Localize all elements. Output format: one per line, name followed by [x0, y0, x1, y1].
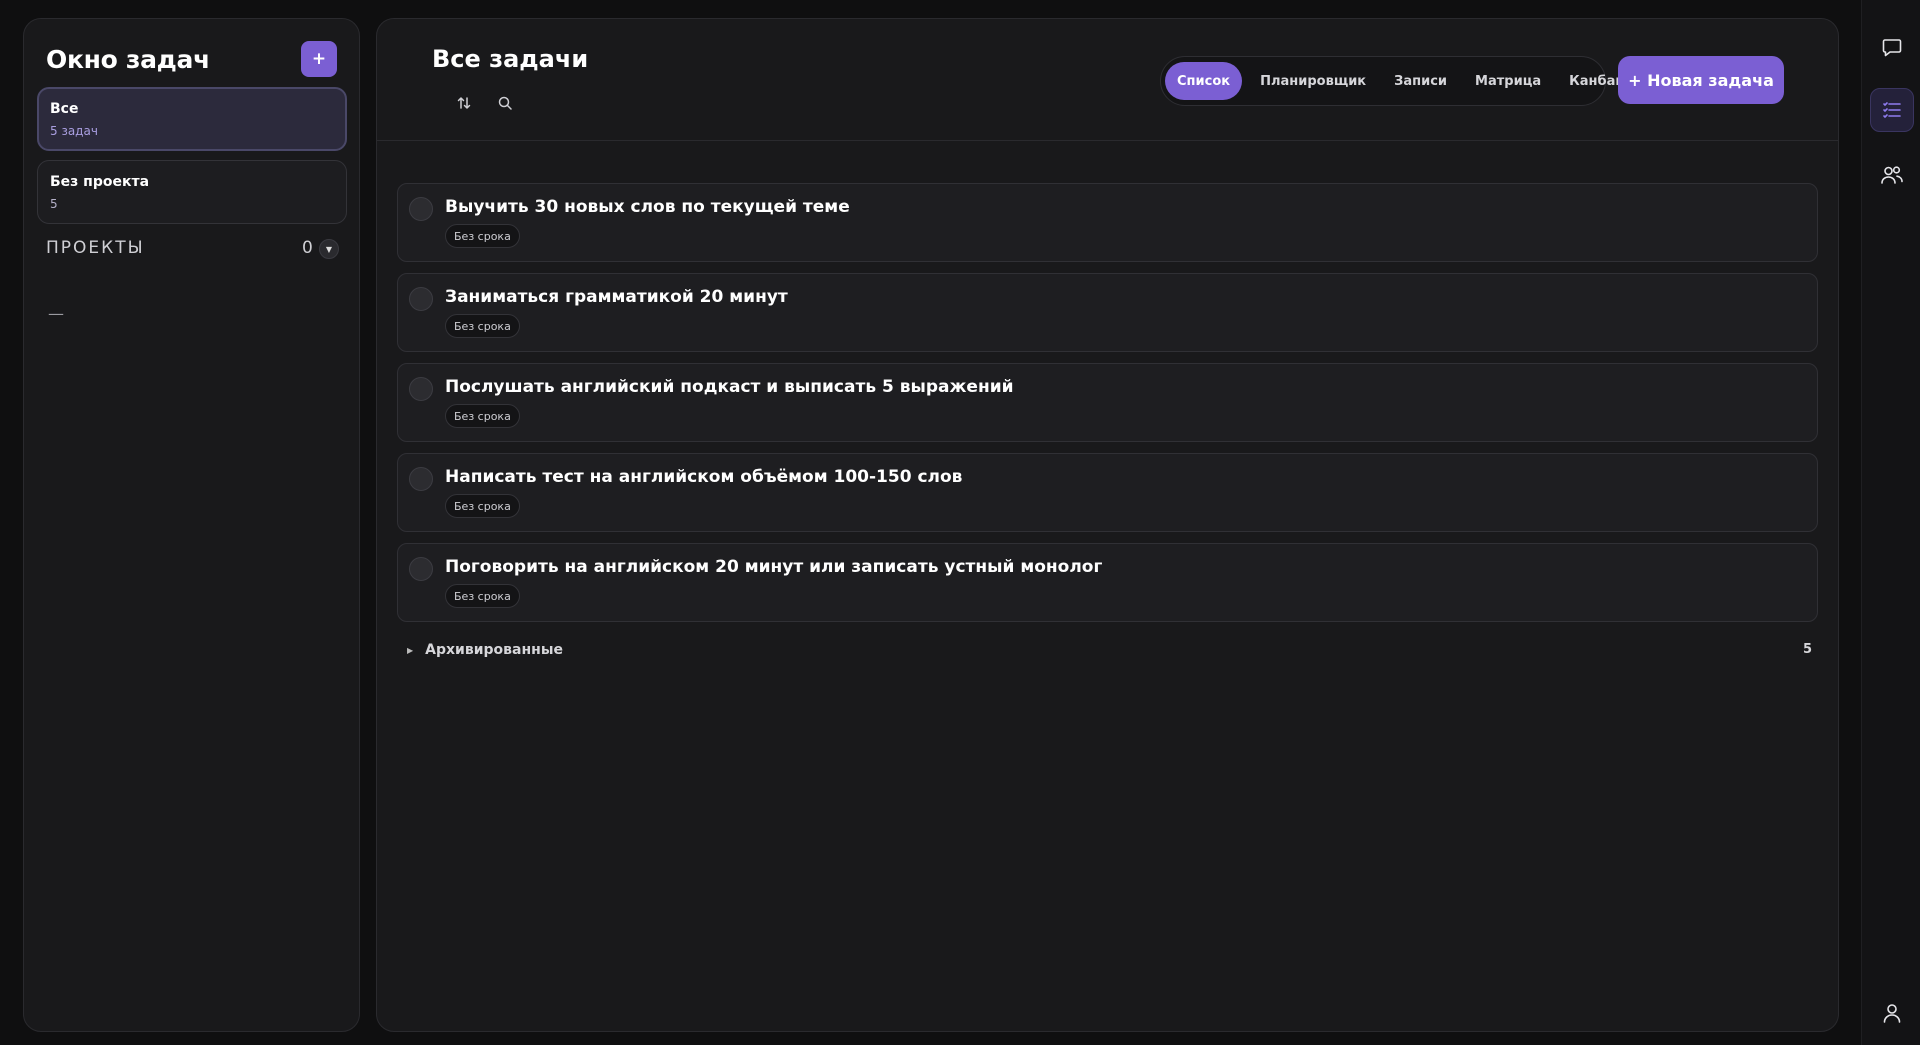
profile-button[interactable]	[1870, 991, 1914, 1035]
add-project-button[interactable]: +	[301, 41, 337, 77]
caret-right-icon: ▶	[407, 645, 414, 655]
task-checkbox[interactable]	[409, 467, 433, 491]
app-root: Окно задач + Все 5 задач Без проекта 5 П…	[0, 0, 1920, 1045]
sort-icon[interactable]	[450, 89, 478, 117]
task-card[interactable]: Написать тест на английском объёмом 100-…	[397, 453, 1818, 532]
filter-no-project[interactable]: Без проекта 5	[37, 160, 347, 224]
people-button[interactable]	[1870, 153, 1914, 197]
task-title: Написать тест на английском объёмом 100-…	[445, 467, 963, 487]
archived-section-toggle[interactable]: ▶ Архивированные 5	[407, 639, 1812, 661]
projects-empty-placeholder: —	[48, 304, 64, 323]
chat-icon	[1882, 39, 1902, 57]
tab-notes[interactable]: Записи	[1382, 62, 1459, 100]
tab-planner[interactable]: Планировщик	[1248, 62, 1378, 100]
archived-count: 5	[1802, 642, 1812, 657]
people-icon	[1881, 166, 1903, 184]
task-due-badge: Без срока	[445, 404, 520, 428]
chat-button[interactable]	[1870, 25, 1914, 69]
filter-all[interactable]: Все 5 задач	[37, 87, 347, 151]
projects-heading: ПРОЕКТЫ	[46, 238, 145, 258]
sidebar: Окно задач + Все 5 задач Без проекта 5 П…	[23, 18, 360, 1032]
task-title: Выучить 30 новых слов по текущей теме	[445, 197, 850, 217]
task-title: Заниматься грамматикой 20 минут	[445, 287, 788, 307]
filter-all-label: Все	[50, 101, 79, 117]
main-header: Все задачи Список Планировщик Записи Мат…	[377, 19, 1838, 141]
page-title: Все задачи	[432, 45, 589, 73]
task-checkbox[interactable]	[409, 557, 433, 581]
tasks-button[interactable]	[1870, 88, 1914, 132]
main-panel: Все задачи Список Планировщик Записи Мат…	[376, 18, 1839, 1032]
task-due-badge: Без срока	[445, 224, 520, 248]
tab-matrix[interactable]: Матрица	[1463, 62, 1553, 100]
task-title: Поговорить на английском 20 минут или за…	[445, 557, 1103, 577]
search-icon[interactable]	[491, 89, 519, 117]
filter-no-project-count: 5	[50, 197, 58, 211]
task-due-badge: Без срока	[445, 494, 520, 518]
task-checkbox[interactable]	[409, 377, 433, 401]
task-checkbox[interactable]	[409, 287, 433, 311]
task-card[interactable]: Послушать английский подкаст и выписать …	[397, 363, 1818, 442]
new-task-button[interactable]: + Новая задача	[1618, 56, 1784, 104]
task-list: Выучить 30 новых слов по текущей теме Бе…	[397, 183, 1818, 633]
filter-no-project-label: Без проекта	[50, 174, 150, 190]
sidebar-title: Окно задач	[46, 45, 210, 74]
user-icon	[1883, 1004, 1901, 1023]
task-card[interactable]: Выучить 30 новых слов по текущей теме Бе…	[397, 183, 1818, 262]
tab-list[interactable]: Список	[1165, 62, 1243, 100]
filter-all-count: 5 задач	[50, 124, 98, 138]
view-switcher: Список Планировщик Записи Матрица Канбан	[1160, 56, 1624, 106]
projects-collapse-toggle[interactable]: ▼	[319, 239, 339, 259]
task-title: Послушать английский подкаст и выписать …	[445, 377, 1014, 397]
task-due-badge: Без срока	[445, 584, 520, 608]
archived-label: Архивированные	[425, 642, 563, 658]
right-rail	[1861, 0, 1920, 1045]
task-list-icon	[1883, 102, 1901, 119]
caret-down-icon: ▼	[325, 244, 333, 254]
task-card[interactable]: Поговорить на английском 20 минут или за…	[397, 543, 1818, 622]
task-card[interactable]: Заниматься грамматикой 20 минут Без срок…	[397, 273, 1818, 352]
task-checkbox[interactable]	[409, 197, 433, 221]
projects-count: 0	[302, 238, 313, 258]
task-due-badge: Без срока	[445, 314, 520, 338]
